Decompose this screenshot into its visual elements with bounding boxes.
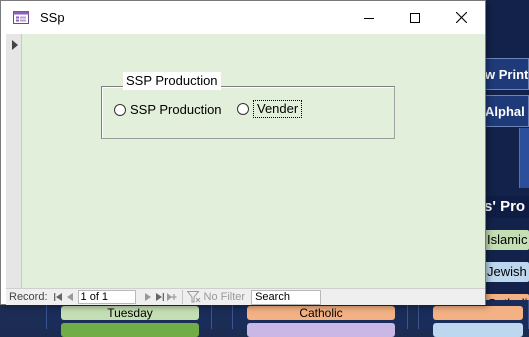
radio-vender[interactable] [237,103,249,115]
next-record-button[interactable] [142,290,154,304]
background-pill-purple[interactable] [247,323,395,337]
navbar-separator [181,290,183,304]
background-chip-islamic[interactable]: Islamic [483,230,529,250]
option-vender[interactable]: Vender [237,100,303,118]
last-record-icon [155,293,164,301]
ssp-dialog-window: SSp SSP Production SSP Production Vender… [0,0,486,305]
filter-label: No Filter [203,291,246,303]
radio-ssp-production[interactable] [114,103,126,116]
option-ssp-production-label: SSP Production [130,102,222,117]
background-pill-catholic[interactable]: Catholic [247,306,395,320]
filter-icon [186,291,200,303]
first-record-icon [53,293,62,301]
new-record-icon [166,293,177,301]
record-label: Record: [9,291,48,303]
record-selector[interactable] [6,34,22,288]
background-pill-blue[interactable] [433,323,523,337]
previous-record-button[interactable] [64,290,76,304]
maximize-button[interactable] [392,1,438,34]
background-side-strip [519,128,529,188]
option-ssp-production[interactable]: SSP Production [114,102,222,117]
previous-record-icon [66,293,73,301]
background-pill-tuesday[interactable]: Tuesday [61,306,199,320]
next-record-icon [144,293,151,301]
window-title: SSp [40,10,65,25]
background-pill-orange[interactable] [433,306,523,320]
title-bar[interactable]: SSp [1,1,485,34]
minimize-icon [364,17,374,19]
close-button[interactable] [438,1,484,34]
minimize-button[interactable] [346,1,392,34]
form-icon [13,11,29,24]
close-icon [455,12,467,23]
option-vender-label: Vender [253,100,303,118]
search-input[interactable]: Search [251,289,322,305]
maximize-icon [410,12,420,23]
record-navigation-bar: Record: 1 of 1 No Filter Search [6,288,485,305]
current-record-field[interactable]: 1 of 1 [77,290,136,304]
background-chip-jewish[interactable]: Jewish [483,262,529,282]
new-record-button[interactable] [166,290,178,304]
background-pill-green[interactable] [61,323,199,337]
option-group-label: SSP Production [123,72,221,90]
last-record-button[interactable] [154,290,166,304]
form-detail-section: SSP Production SSP Production Vender [22,34,485,288]
current-record-arrow-icon [12,40,18,50]
first-record-button[interactable] [52,290,64,304]
filter-indicator[interactable]: No Filter [186,291,246,303]
